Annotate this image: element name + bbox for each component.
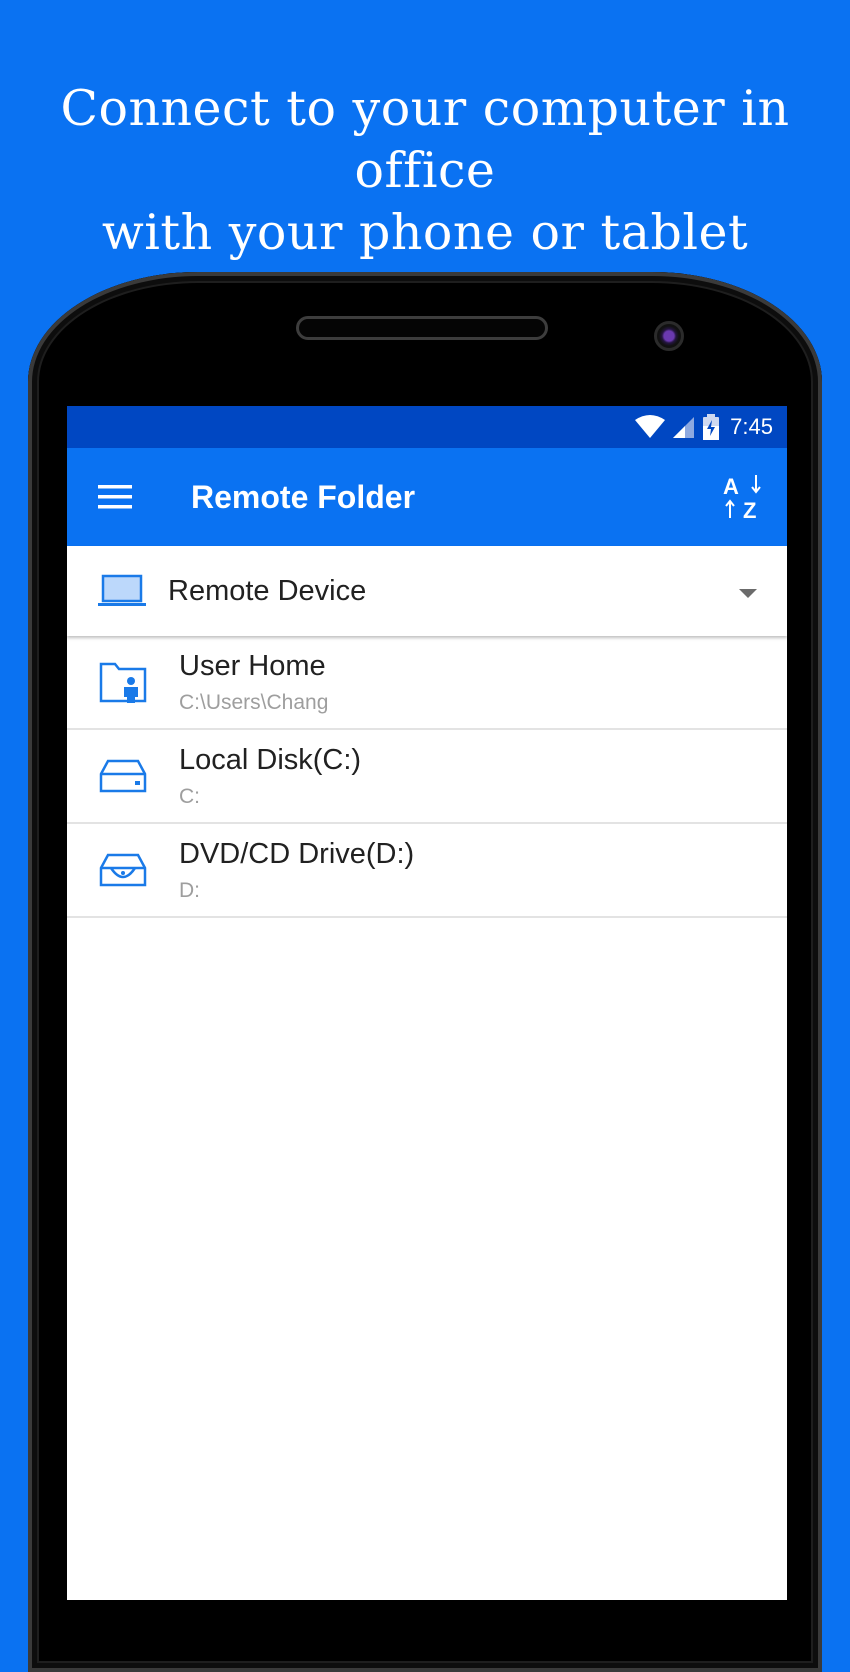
svg-text:Z: Z	[743, 498, 756, 522]
phone-camera	[654, 321, 684, 351]
wifi-icon	[634, 415, 666, 439]
user-folder-icon	[67, 661, 179, 703]
status-time: 7:45	[730, 414, 773, 439]
item-path: C:	[179, 785, 200, 808]
dvd-drive-icon	[67, 852, 179, 888]
phone-screen: 7:45 Remote Folder A Z Remote Device Use…	[67, 406, 787, 1600]
hamburger-menu-icon[interactable]	[67, 448, 163, 546]
item-title: User Home	[179, 650, 326, 682]
cell-signal-icon	[672, 415, 696, 439]
battery-charging-icon	[702, 414, 720, 440]
list-item-local-disk[interactable]: Local Disk(C:) C:	[67, 730, 787, 824]
phone-speaker	[296, 316, 548, 340]
app-bar: Remote Folder A Z	[67, 448, 787, 546]
item-path: D:	[179, 879, 200, 902]
item-title: DVD/CD Drive(D:)	[179, 838, 415, 870]
svg-text:A: A	[723, 474, 739, 499]
item-title: Local Disk(C:)	[179, 744, 362, 776]
dropdown-arrow-icon[interactable]	[739, 586, 757, 604]
list-item-user-home[interactable]: User Home C:\Users\Chang	[67, 636, 787, 730]
device-label: Remote Device	[168, 574, 367, 607]
remote-device-selector[interactable]: Remote Device	[67, 546, 787, 636]
sort-az-icon[interactable]: A Z	[721, 472, 769, 523]
promo-line-2: with your phone or tablet	[101, 204, 749, 261]
folder-list: User Home C:\Users\Chang Local Disk(C:) …	[67, 636, 787, 918]
page-title: Remote Folder	[191, 478, 416, 515]
status-bar: 7:45	[67, 406, 787, 448]
laptop-icon	[98, 574, 146, 608]
hard-disk-icon	[67, 758, 179, 794]
promo-line-1: Connect to your computer in office	[60, 80, 790, 199]
list-item-dvd-drive[interactable]: DVD/CD Drive(D:) D:	[67, 824, 787, 918]
item-path: C:\Users\Chang	[179, 691, 329, 714]
promo-headline: Connect to your computer in office with …	[0, 78, 850, 264]
